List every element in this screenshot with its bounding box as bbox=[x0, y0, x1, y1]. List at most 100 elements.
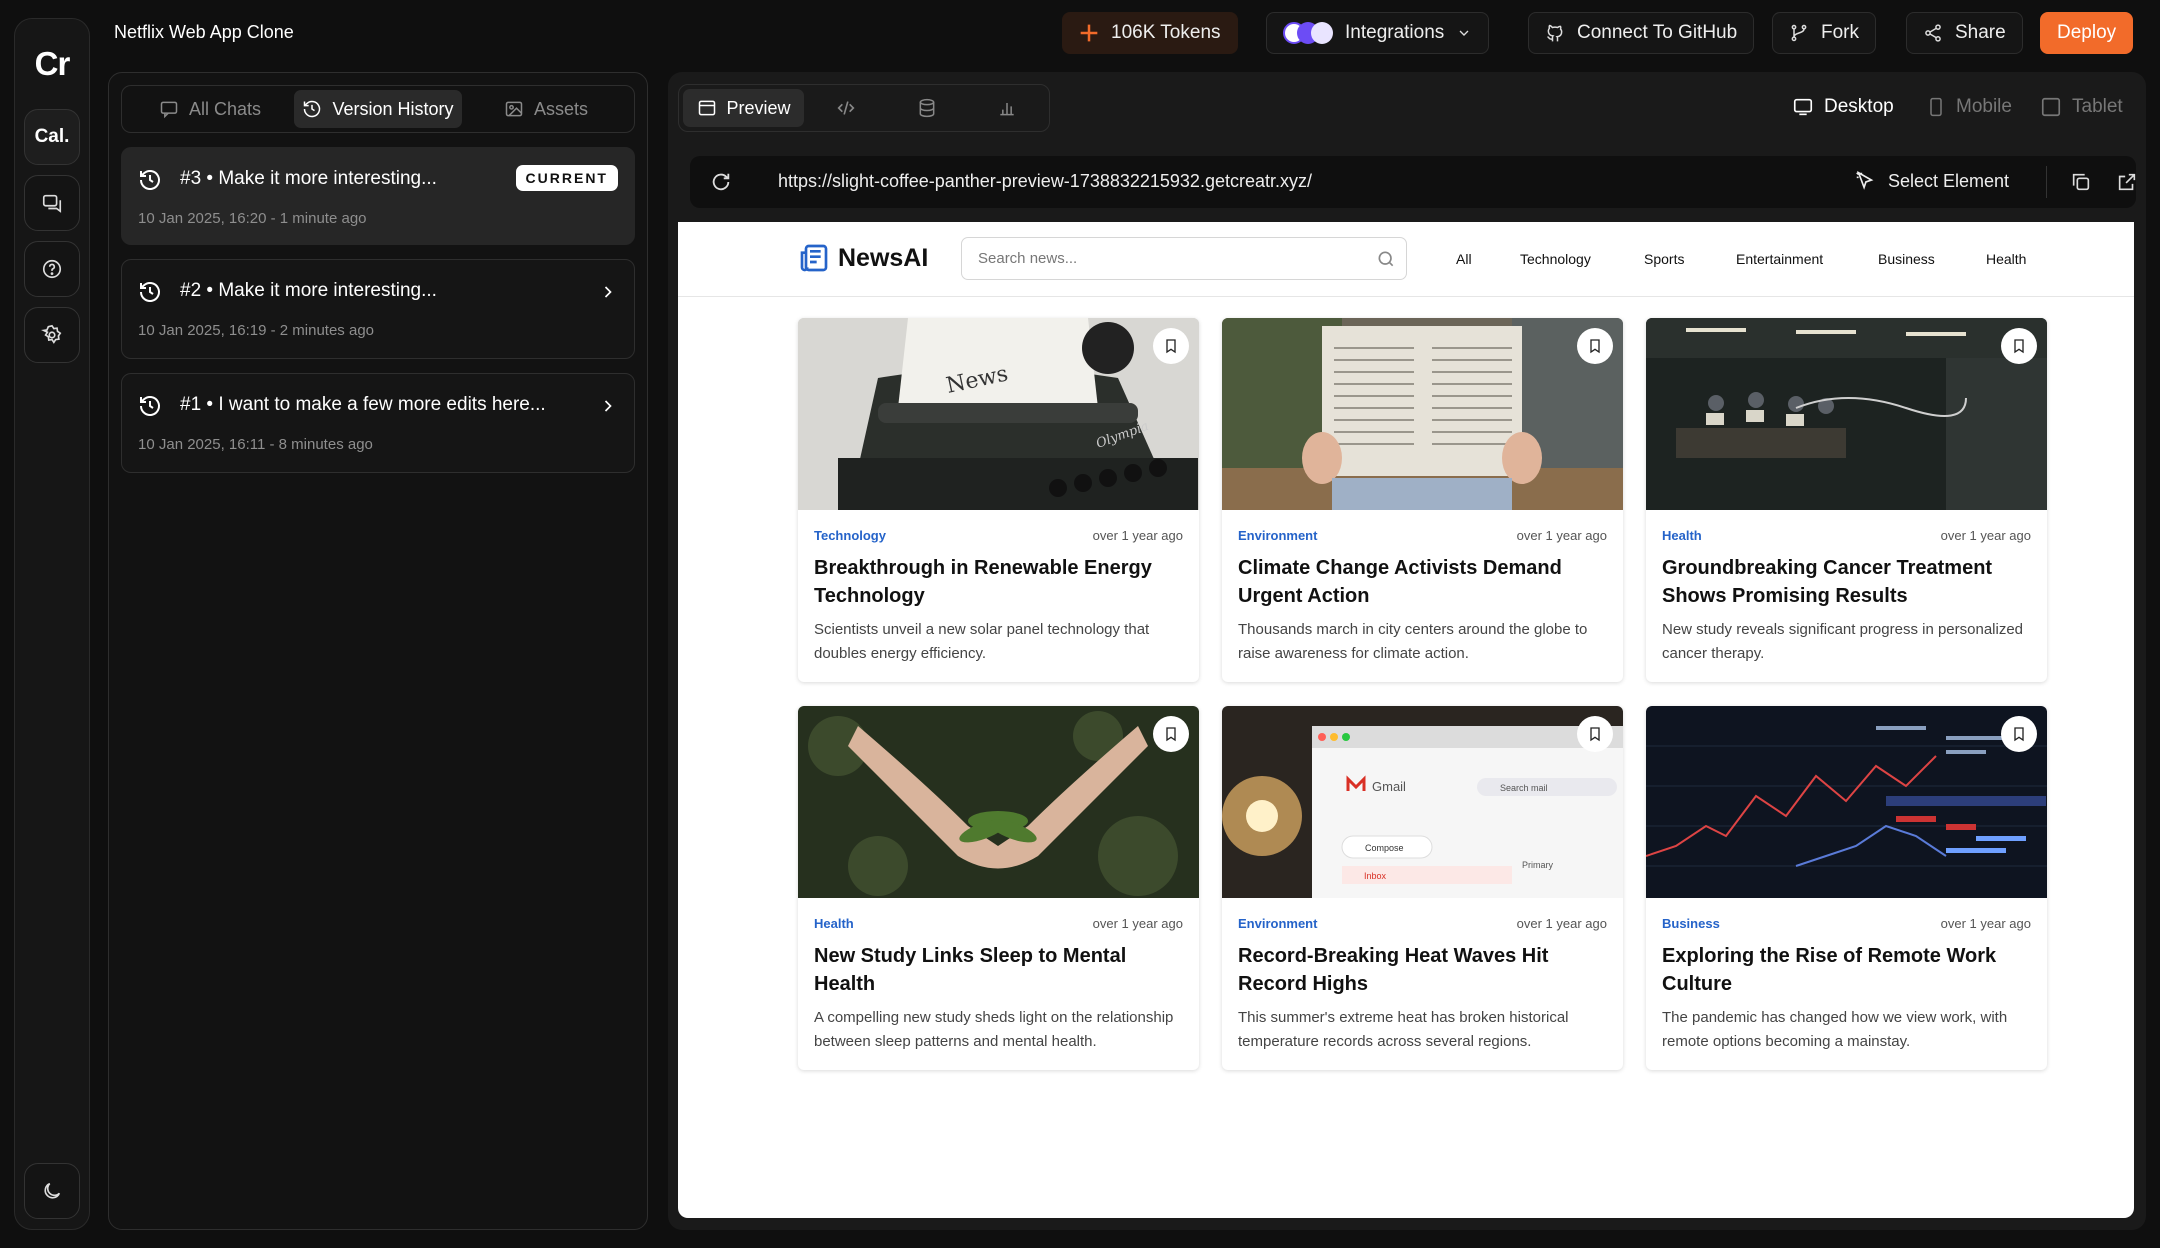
gmail-compose-text: Compose bbox=[1365, 843, 1404, 853]
bookmark-button[interactable] bbox=[1153, 716, 1189, 752]
phone-icon bbox=[1930, 97, 1942, 117]
article-image-office bbox=[1646, 318, 2047, 510]
article-time: over 1 year ago bbox=[1940, 528, 2031, 543]
article-card[interactable]: Health over 1 year ago Groundbreaking Ca… bbox=[1646, 318, 2047, 682]
bookmark-button[interactable] bbox=[1577, 328, 1613, 364]
gmail-inbox-text: Inbox bbox=[1364, 871, 1387, 881]
fork-button[interactable]: Fork bbox=[1772, 12, 1876, 54]
tab-preview[interactable]: Preview bbox=[683, 89, 805, 127]
bookmark-button[interactable] bbox=[2001, 716, 2037, 752]
version-item-1[interactable]: #1 • I want to make a few more edits her… bbox=[121, 373, 635, 473]
article-category[interactable]: Environment bbox=[1238, 916, 1317, 931]
bookmark-icon bbox=[2014, 339, 2024, 354]
deploy-button[interactable]: Deploy bbox=[2040, 12, 2134, 54]
gmail-primary-text: Primary bbox=[1522, 860, 1553, 870]
copy-icon[interactable] bbox=[2070, 171, 2092, 193]
article-title[interactable]: Record-Breaking Heat Waves Hit Record Hi… bbox=[1238, 942, 1608, 998]
article-category[interactable]: Environment bbox=[1238, 528, 1317, 543]
theme-toggle-button[interactable] bbox=[24, 1163, 80, 1219]
fork-icon bbox=[1791, 24, 1807, 42]
nav-technology[interactable]: Technology bbox=[1520, 251, 1591, 267]
select-element-button[interactable]: Select Element bbox=[1854, 170, 2009, 192]
external-link-icon[interactable] bbox=[2116, 171, 2138, 193]
refresh-icon[interactable] bbox=[710, 171, 732, 193]
share-button[interactable]: Share bbox=[1906, 12, 2023, 54]
preview-url[interactable]: https://slight-coffee-panther-preview-17… bbox=[778, 171, 1312, 192]
site-brand: NewsAI bbox=[838, 243, 929, 272]
article-card[interactable]: Business over 1 year ago Exploring the R… bbox=[1646, 706, 2047, 1070]
workspace-button[interactable]: Cal. bbox=[24, 109, 80, 165]
cursor-select-icon bbox=[1856, 170, 1874, 190]
integrations-button[interactable]: Integrations bbox=[1266, 12, 1490, 54]
tab-assets[interactable]: Assets bbox=[462, 90, 630, 128]
integrations-label: Integrations bbox=[1345, 22, 1445, 43]
article-card[interactable]: Environment over 1 year ago Climate Chan… bbox=[1222, 318, 1623, 682]
tab-label: All Chats bbox=[188, 98, 262, 119]
article-desc: New study reveals significant progress i… bbox=[1662, 621, 2024, 662]
article-category[interactable]: Health bbox=[814, 916, 854, 931]
tab-all-chats[interactable]: All Chats bbox=[126, 90, 294, 128]
version-item-2[interactable]: #2 • Make it more interesting... 10 Jan … bbox=[121, 259, 635, 359]
newspaper-icon bbox=[800, 244, 828, 272]
article-title[interactable]: Groundbreaking Cancer Treatment Shows Pr… bbox=[1662, 554, 2032, 610]
article-image-hands-plant bbox=[798, 706, 1199, 898]
nav-sports[interactable]: Sports bbox=[1644, 251, 1684, 267]
tablet-icon bbox=[2041, 97, 2061, 117]
article-desc: This summer's extreme heat has broken hi… bbox=[1238, 1009, 1569, 1050]
help-button[interactable] bbox=[24, 241, 80, 297]
article-card[interactable]: Gmail Search mail Compose Inbox Primary … bbox=[1222, 706, 1623, 1070]
moon-icon bbox=[44, 1182, 61, 1199]
article-desc: The pandemic has changed how we view wor… bbox=[1662, 1009, 2008, 1050]
device-mobile[interactable]: Mobile bbox=[1926, 96, 2012, 118]
version-item-3[interactable]: #3 • Make it more interesting... CURRENT… bbox=[121, 147, 635, 245]
github-label: Connect To GitHub bbox=[1577, 22, 1738, 43]
settings-button[interactable] bbox=[24, 307, 80, 363]
tokens-label: 106K Tokens bbox=[1111, 22, 1221, 43]
article-image-typewriter: News Olympia bbox=[798, 318, 1199, 510]
article-title[interactable]: Climate Change Activists Demand Urgent A… bbox=[1238, 554, 1608, 610]
site-search-input[interactable]: Search news... bbox=[961, 237, 1407, 280]
tab-version-history[interactable]: Version History bbox=[294, 90, 462, 128]
article-time: over 1 year ago bbox=[1092, 916, 1183, 931]
left-rail: Cr Cal. bbox=[14, 18, 90, 1230]
bookmark-icon bbox=[1590, 727, 1600, 742]
bookmark-button[interactable] bbox=[1577, 716, 1613, 752]
history-icon bbox=[140, 396, 160, 416]
article-image-stock-chart bbox=[1646, 706, 2047, 898]
divider bbox=[2046, 166, 2047, 198]
nav-all[interactable]: All bbox=[1456, 251, 1472, 267]
article-time: over 1 year ago bbox=[1940, 916, 2031, 931]
tab-label: Version History bbox=[332, 98, 454, 119]
bookmark-icon bbox=[1166, 339, 1176, 354]
nav-health[interactable]: Health bbox=[1986, 251, 2026, 267]
connect-github-button[interactable]: Connect To GitHub bbox=[1528, 12, 1755, 54]
share-label: Share bbox=[1955, 22, 2006, 43]
article-card[interactable]: News Olympia Technology over 1 year ago … bbox=[798, 318, 1199, 682]
article-card[interactable]: Health over 1 year ago New Study Links S… bbox=[798, 706, 1199, 1070]
article-category[interactable]: Technology bbox=[814, 528, 886, 543]
nav-business[interactable]: Business bbox=[1878, 251, 1935, 267]
article-category[interactable]: Business bbox=[1662, 916, 1720, 931]
bookmark-icon bbox=[1590, 339, 1600, 354]
device-tablet[interactable]: Tablet bbox=[2040, 96, 2123, 118]
article-title[interactable]: New Study Links Sleep to Mental Health bbox=[814, 942, 1184, 998]
tokens-button[interactable]: 106K Tokens bbox=[1062, 12, 1238, 54]
chats-button[interactable] bbox=[24, 175, 80, 231]
app-logo[interactable]: Cr bbox=[15, 45, 89, 83]
tab-code[interactable] bbox=[808, 89, 884, 127]
chat-icon bbox=[42, 194, 62, 213]
chevron-right-icon bbox=[604, 400, 612, 412]
tab-analytics[interactable] bbox=[969, 89, 1045, 127]
article-time: over 1 year ago bbox=[1516, 528, 1607, 543]
article-category[interactable]: Health bbox=[1662, 528, 1702, 543]
bookmark-button[interactable] bbox=[1153, 328, 1189, 364]
device-tablet-label: Tablet bbox=[2072, 96, 2123, 117]
nav-entertainment[interactable]: Entertainment bbox=[1736, 251, 1823, 267]
bookmark-button[interactable] bbox=[2001, 328, 2037, 364]
tab-database[interactable] bbox=[888, 89, 964, 127]
article-title[interactable]: Exploring the Rise of Remote Work Cultur… bbox=[1662, 942, 2032, 998]
device-desktop[interactable]: Desktop bbox=[1792, 96, 1894, 118]
site-logo[interactable]: NewsAI bbox=[798, 242, 928, 274]
window-icon bbox=[698, 100, 715, 116]
article-title[interactable]: Breakthrough in Renewable Energy Technol… bbox=[814, 554, 1184, 610]
